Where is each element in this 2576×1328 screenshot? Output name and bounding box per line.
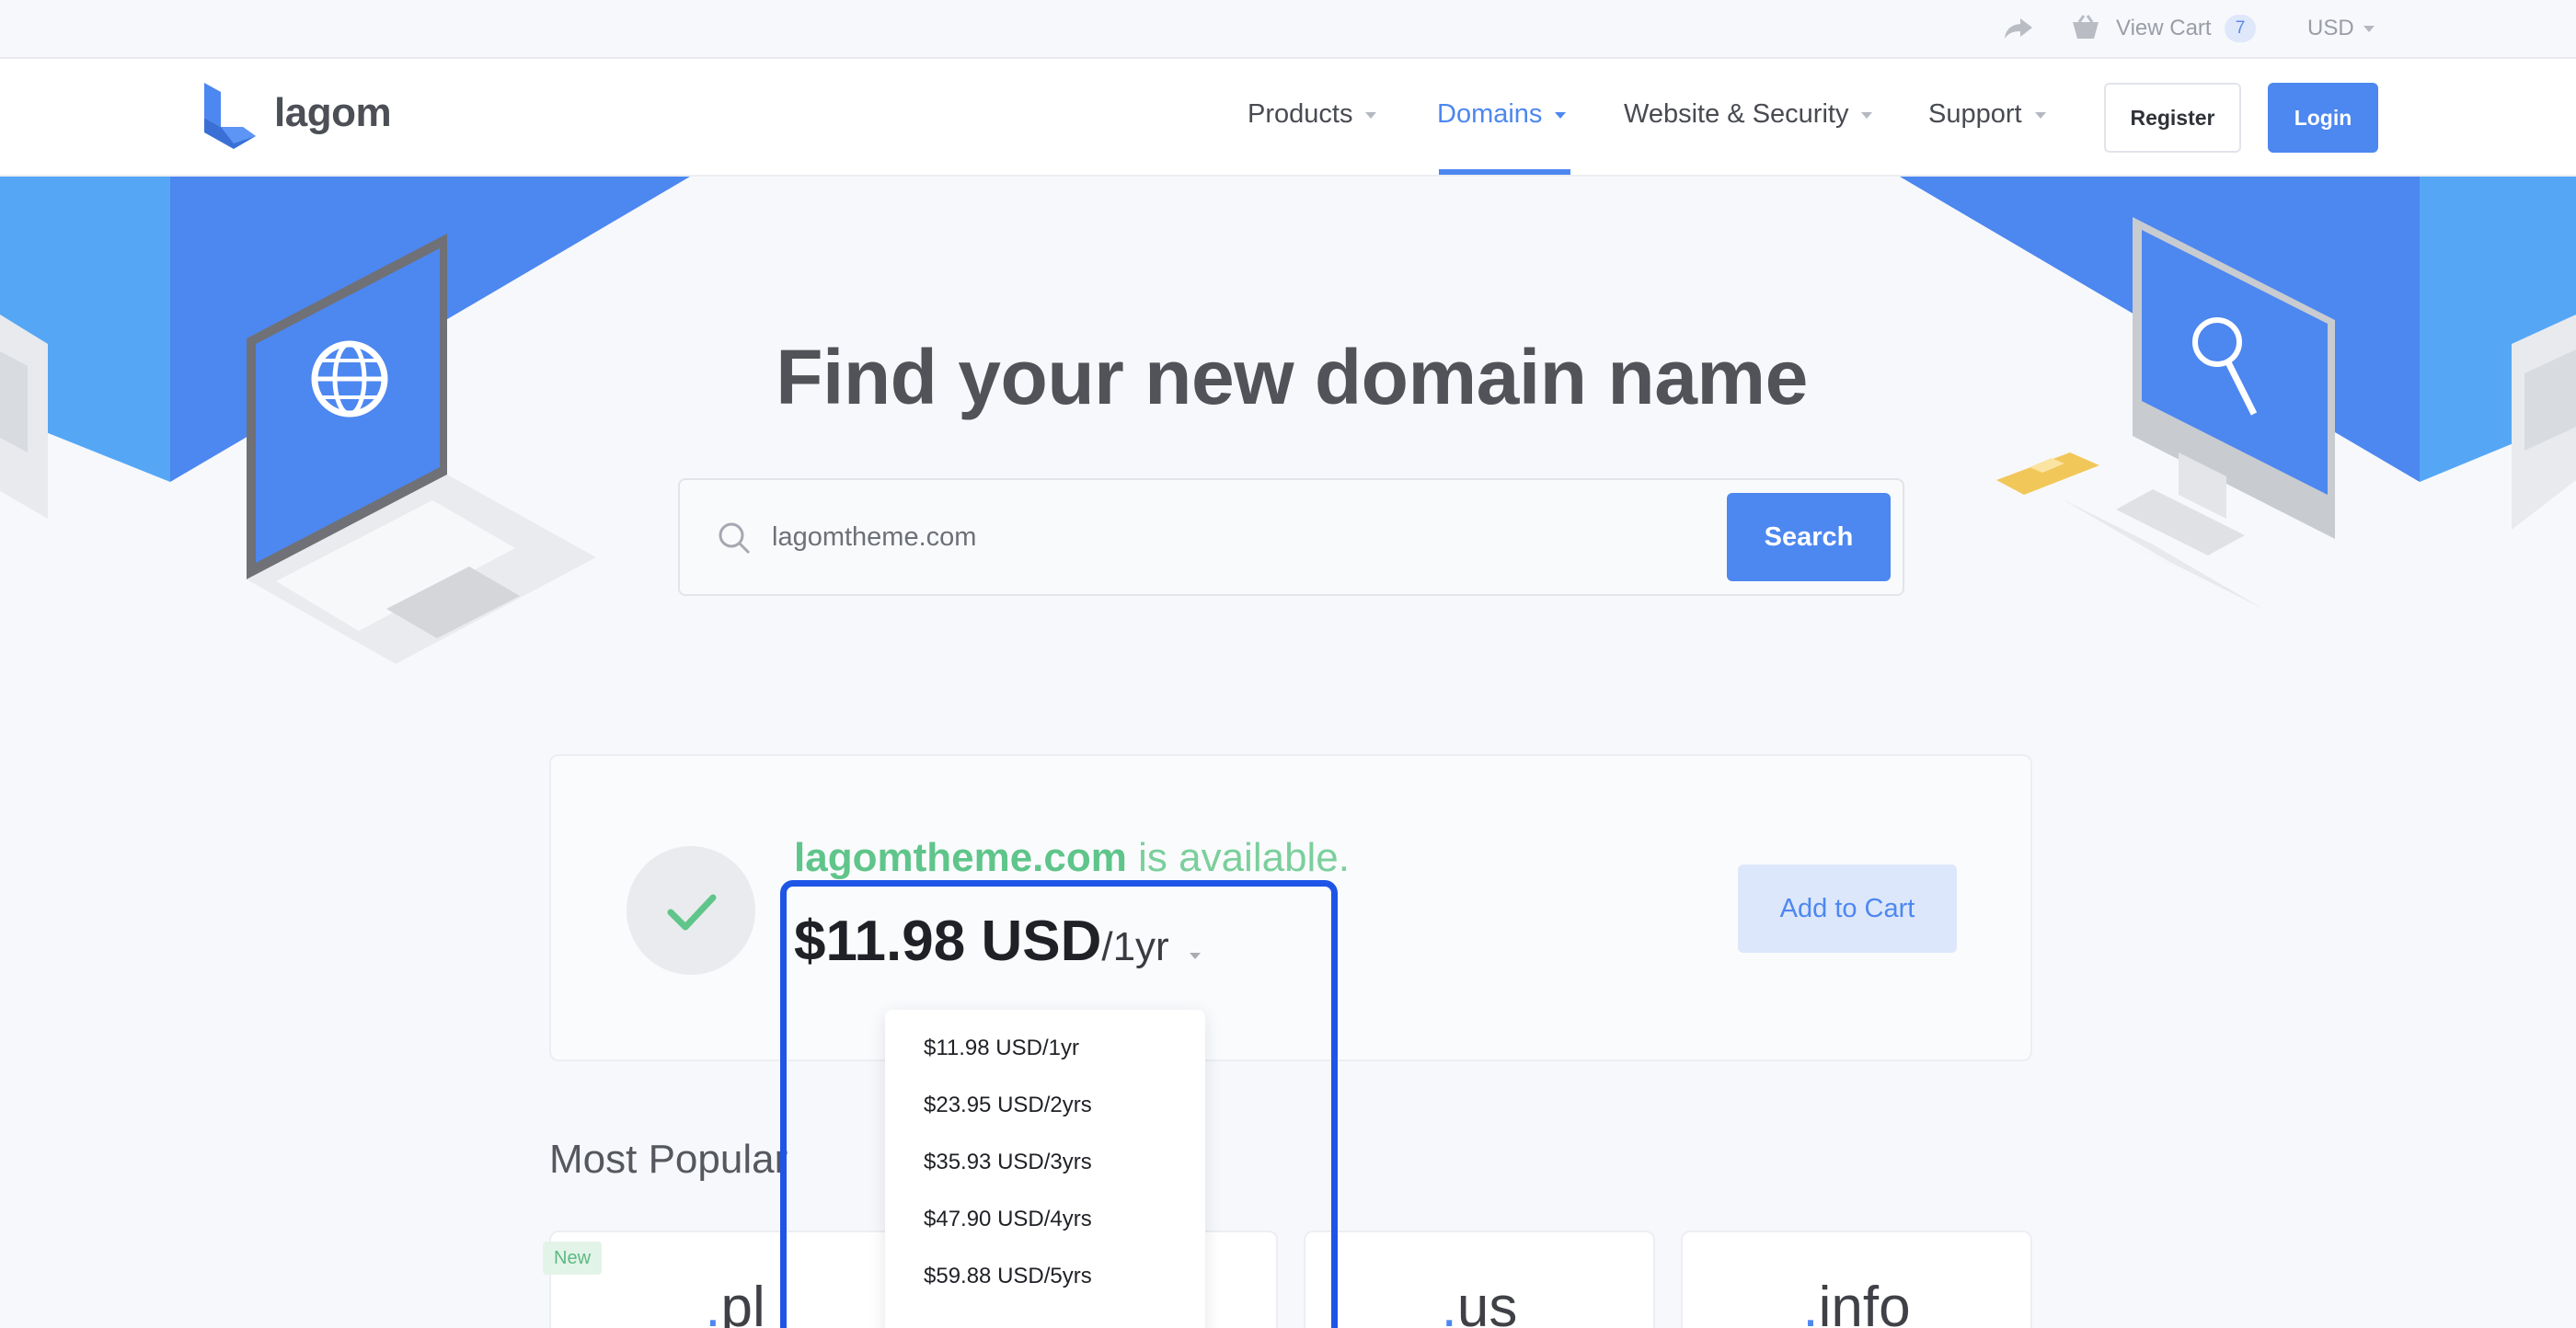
main-navbar: lagom Products Domains Website & Securit… bbox=[0, 59, 2576, 177]
price-option[interactable]: $35.93 USD/3yrs bbox=[924, 1150, 1092, 1175]
hero-section: Find your new domain name Search bbox=[0, 177, 2576, 728]
price-option[interactable]: $59.88 USD/5yrs bbox=[924, 1264, 1092, 1289]
tld-label-info: .info bbox=[1683, 1275, 2030, 1328]
chevron-down-icon bbox=[2034, 111, 2046, 119]
basket-icon[interactable] bbox=[2070, 13, 2101, 42]
checkmark-icon bbox=[667, 894, 717, 931]
chevron-down-icon bbox=[2363, 26, 2375, 33]
chevron-down-icon bbox=[1365, 111, 1377, 119]
view-cart-link[interactable]: View Cart bbox=[2116, 16, 2212, 41]
price-option[interactable]: $47.90 USD/4yrs bbox=[924, 1207, 1092, 1232]
hero-illustration bbox=[0, 177, 2576, 664]
tld-label-us: .us bbox=[1305, 1275, 1653, 1328]
page-title: Find your new domain name bbox=[776, 334, 1808, 420]
availability-status: is available. bbox=[1126, 835, 1351, 880]
nav-products-label: Products bbox=[1248, 99, 1353, 129]
price-selector[interactable]: $11.98 USD/1yr bbox=[794, 909, 1201, 974]
register-button[interactable]: Register bbox=[2104, 83, 2241, 153]
currency-selector[interactable]: USD bbox=[2307, 16, 2375, 41]
domain-search-input[interactable] bbox=[772, 509, 1637, 565]
price-option[interactable]: $23.95 USD/2yrs bbox=[924, 1093, 1092, 1118]
tld-card-info[interactable]: .info bbox=[1681, 1231, 2032, 1328]
nav-support[interactable]: Support bbox=[1928, 99, 2046, 130]
tld-card-us[interactable]: .us bbox=[1304, 1231, 1655, 1328]
cart-count-badge: 7 bbox=[2225, 15, 2256, 42]
currency-label: USD bbox=[2307, 16, 2354, 40]
price-option[interactable]: $11.98 USD/1yr bbox=[924, 1036, 1079, 1061]
tld-name-us: us bbox=[1456, 1276, 1518, 1328]
price-period-dropdown: $11.98 USD/1yr $23.95 USD/2yrs $35.93 US… bbox=[885, 1010, 1205, 1328]
tld-label-pl: .pl bbox=[551, 1275, 919, 1328]
chevron-down-icon bbox=[1555, 111, 1567, 119]
logo-text[interactable]: lagom bbox=[274, 90, 392, 136]
nav-website-security[interactable]: Website & Security bbox=[1624, 99, 1873, 130]
lagom-logo-icon[interactable] bbox=[202, 83, 259, 149]
chevron-down-icon bbox=[1861, 111, 1873, 119]
new-badge: New bbox=[543, 1242, 603, 1275]
tld-name-pl: pl bbox=[720, 1276, 765, 1328]
search-icon bbox=[719, 522, 751, 555]
availability-message: lagomtheme.com is available. bbox=[794, 835, 1350, 881]
result-domain: lagomtheme.com bbox=[794, 835, 1127, 880]
search-button[interactable]: Search bbox=[1727, 493, 1891, 581]
price-amount: $11.98 USD bbox=[794, 910, 1102, 973]
nav-products[interactable]: Products bbox=[1248, 99, 1377, 130]
nav-website-security-label: Website & Security bbox=[1624, 99, 1849, 129]
active-nav-indicator bbox=[1439, 169, 1570, 175]
domain-search-box: Search bbox=[678, 478, 1904, 596]
login-button[interactable]: Login bbox=[2268, 83, 2378, 153]
nav-support-label: Support bbox=[1928, 99, 2022, 129]
nav-domains[interactable]: Domains bbox=[1437, 99, 1567, 130]
chevron-down-icon bbox=[1189, 953, 1201, 960]
add-to-cart-button[interactable]: Add to Cart bbox=[1738, 864, 1957, 953]
domain-result-card: lagomtheme.com is available. $11.98 USD/… bbox=[549, 754, 2032, 1061]
available-check-badge bbox=[627, 846, 755, 975]
most-popular-heading: Most Popular bbox=[549, 1137, 788, 1182]
nav-domains-label: Domains bbox=[1437, 99, 1543, 129]
price-period: /1yr bbox=[1101, 924, 1169, 969]
share-arrow-icon[interactable] bbox=[2002, 15, 2035, 42]
tld-name-info: info bbox=[1818, 1276, 1911, 1328]
top-utility-bar: View Cart 7 USD bbox=[0, 0, 2576, 59]
